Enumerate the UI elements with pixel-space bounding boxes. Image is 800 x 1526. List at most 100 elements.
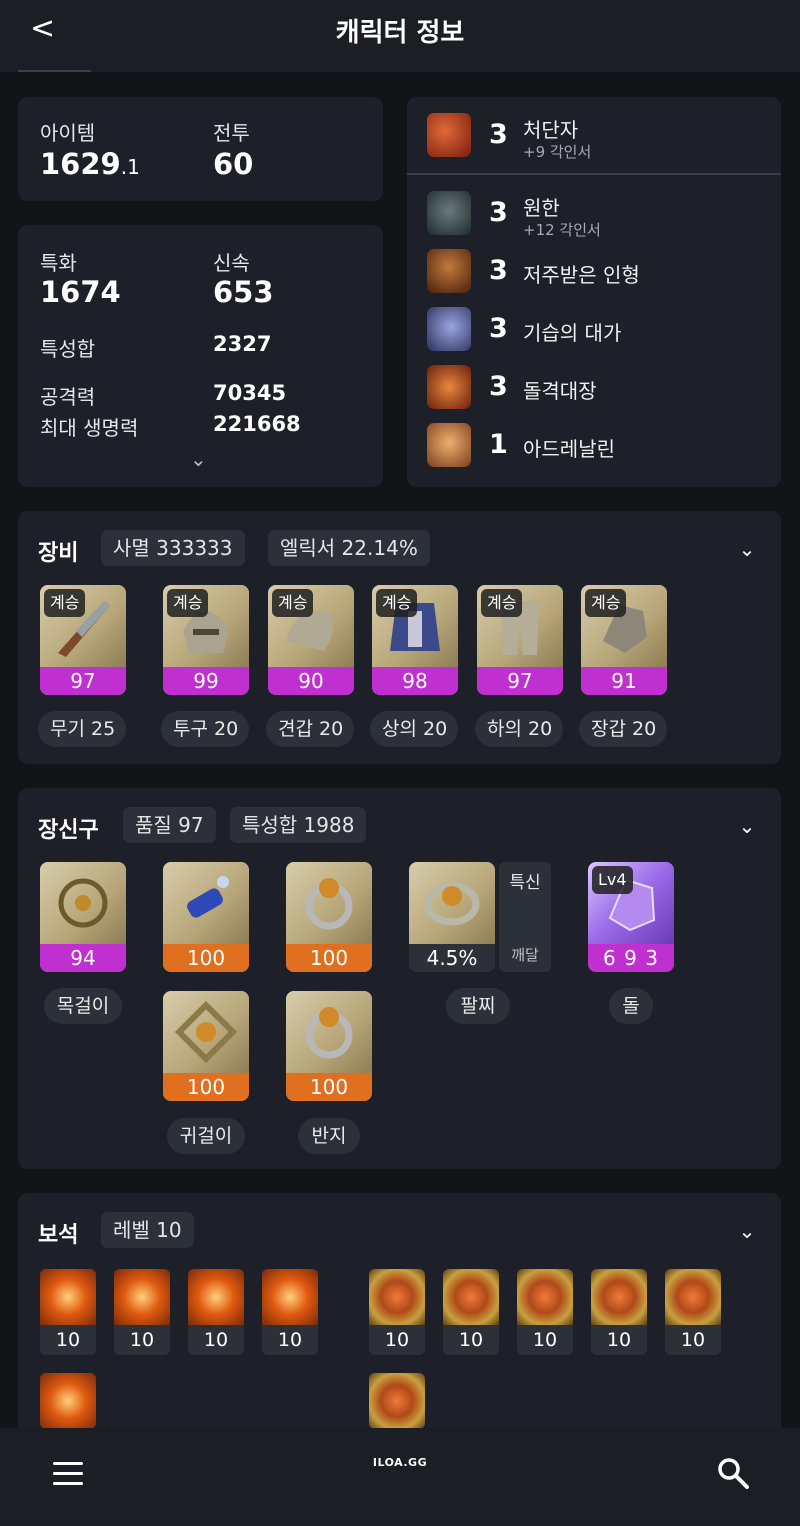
max-hp-value: 221668: [213, 412, 301, 436]
equipment-pants[interactable]: 계승 97: [477, 585, 563, 695]
gem-level: 10: [55, 1329, 81, 1351]
bracelet-stats: 특신 깨달: [499, 862, 551, 972]
gem-cooldown[interactable]: 10: [443, 1269, 499, 1355]
engraving-row[interactable]: 1 아드레날린: [407, 421, 781, 479]
engraving-icon: [427, 423, 471, 467]
stone-level-tag: Lv4: [592, 866, 633, 894]
accessory-earring-1[interactable]: 100: [163, 862, 249, 972]
equipment-card: 장비 사멸 333333 엘릭서 22.14% ⌄ 계승 97 계승 99 계승…: [18, 511, 781, 764]
inherit-tag: 계승: [481, 589, 523, 617]
gem-cooldown[interactable]: 10: [665, 1269, 721, 1355]
expand-stats-icon[interactable]: ⌄: [190, 447, 207, 471]
quality-value: 100: [286, 1073, 372, 1101]
engraving-level: 3: [489, 371, 508, 402]
gem-damage[interactable]: 10: [188, 1269, 244, 1355]
engraving-name: 돌격대장: [523, 379, 597, 403]
gem-damage[interactable]: 10: [114, 1269, 170, 1355]
engraving-row[interactable]: 3 기습의 대가: [407, 305, 781, 363]
gem-level-pill: 레벨 10: [101, 1212, 194, 1248]
gems-card: 보석 레벨 10 ⌄ 10 10 10 10 10 10 10 10 10: [18, 1193, 781, 1453]
equipment-weapon[interactable]: 계승 97: [40, 585, 126, 695]
item-level-card: 아이템 1629.1 전투 60: [18, 97, 383, 201]
equipment-chip-pants: 하의 20: [475, 711, 563, 747]
equipment-title: 장비: [38, 541, 79, 566]
stone-value: 6 9 3: [588, 944, 674, 972]
gem-damage[interactable]: [40, 1373, 96, 1429]
engraving-level: 3: [489, 119, 508, 150]
gem-damage[interactable]: 10: [40, 1269, 96, 1355]
ring-icon: [305, 878, 353, 930]
search-icon[interactable]: [716, 1456, 750, 1490]
stats-card: 특화 1674 신속 653 특성합 2327 공격력 70345 최대 생명력…: [18, 225, 383, 487]
engraving-icon: [427, 307, 471, 351]
ring-icon: [305, 1007, 353, 1059]
app-header: < 캐릭터 정보: [0, 0, 800, 72]
equipment-chip-chest: 상의 20: [370, 711, 458, 747]
ring-chip: 반지: [298, 1118, 360, 1154]
gem-level: 10: [129, 1329, 155, 1351]
gem-cooldown[interactable]: 10: [517, 1269, 573, 1355]
bracelet-stat-1: 특신: [509, 873, 541, 893]
attack-label: 공격력: [40, 385, 96, 409]
equipment-gloves[interactable]: 계승 91: [581, 585, 667, 695]
engraving-row[interactable]: 3 돌격대장: [407, 363, 781, 421]
engraving-level: 1: [489, 429, 508, 460]
chevron-down-icon[interactable]: ⌄: [737, 1221, 757, 1241]
quality-value: 100: [163, 1073, 249, 1101]
ability-stone[interactable]: Lv4 6 9 3: [588, 862, 674, 972]
accessory-stats-pill: 특성합 1988: [230, 807, 367, 843]
gem-level: 10: [606, 1329, 632, 1351]
equipment-chip-helmet: 투구 20: [161, 711, 249, 747]
engraving-row[interactable]: 3 저주받은 인형: [407, 247, 781, 305]
gem-cooldown[interactable]: [369, 1373, 425, 1429]
quality-value: 97: [40, 667, 126, 695]
quality-value: 91: [581, 667, 667, 695]
combat-level-label: 전투: [213, 121, 250, 145]
accessory-earring-2[interactable]: 100: [163, 991, 249, 1101]
gem-cooldown[interactable]: 10: [591, 1269, 647, 1355]
combat-level-value: 60: [213, 147, 254, 181]
necklace-chip: 목걸이: [44, 988, 122, 1024]
engraving-row[interactable]: 3 원한 +12 각인서: [407, 187, 781, 245]
engraving-name: 처단자: [523, 118, 579, 142]
engraving-row[interactable]: 3 처단자 +9 각인서: [407, 109, 781, 167]
gem-cooldown[interactable]: 10: [369, 1269, 425, 1355]
engraving-book-count: +9 각인서: [523, 143, 592, 161]
gem-level: 10: [384, 1329, 410, 1351]
chevron-down-icon[interactable]: ⌄: [737, 816, 757, 836]
necklace-icon: [58, 878, 108, 928]
swift-label: 신속: [213, 251, 250, 275]
attack-value: 70345: [213, 381, 287, 405]
inherit-tag: 계승: [167, 589, 209, 617]
total-stats-label: 특성합: [40, 337, 96, 361]
equipment-chest[interactable]: 계승 98: [372, 585, 458, 695]
bracelet-chip: 팔찌: [446, 988, 510, 1024]
quality-pill: 품질 97: [123, 807, 216, 843]
bracelet-stat-2: 깨달: [511, 946, 539, 964]
engraving-name: 아드레날린: [523, 437, 615, 461]
total-stats-value: 2327: [213, 332, 272, 356]
item-level-value: 1629.1: [40, 147, 140, 181]
equipment-shoulder[interactable]: 계승 90: [268, 585, 354, 695]
chevron-down-icon[interactable]: ⌄: [737, 539, 757, 559]
gem-level: 10: [532, 1329, 558, 1351]
bracelet-value: 4.5%: [409, 944, 495, 972]
brand-logo: ILOA.GG: [372, 1456, 428, 1469]
accessory-necklace[interactable]: 94: [40, 862, 126, 972]
earring-icon: [187, 876, 229, 918]
engraving-level: 3: [489, 197, 508, 228]
accessory-ring-2[interactable]: 100: [286, 991, 372, 1101]
equipment-helmet[interactable]: 계승 99: [163, 585, 249, 695]
earring-icon: [174, 1000, 238, 1064]
accessories-title: 장신구: [38, 818, 99, 843]
gem-damage[interactable]: 10: [262, 1269, 318, 1355]
quality-value: 99: [163, 667, 249, 695]
inherit-tag: 계승: [585, 589, 627, 617]
quality-value: 100: [286, 944, 372, 972]
spec-label: 특화: [40, 251, 77, 275]
equipment-chip-weapon: 무기 25: [38, 711, 126, 747]
accessory-ring-1[interactable]: 100: [286, 862, 372, 972]
accessory-bracelet[interactable]: 4.5%: [409, 862, 495, 972]
earring-chip: 귀걸이: [167, 1118, 245, 1154]
engraving-name: 원한: [523, 196, 560, 220]
